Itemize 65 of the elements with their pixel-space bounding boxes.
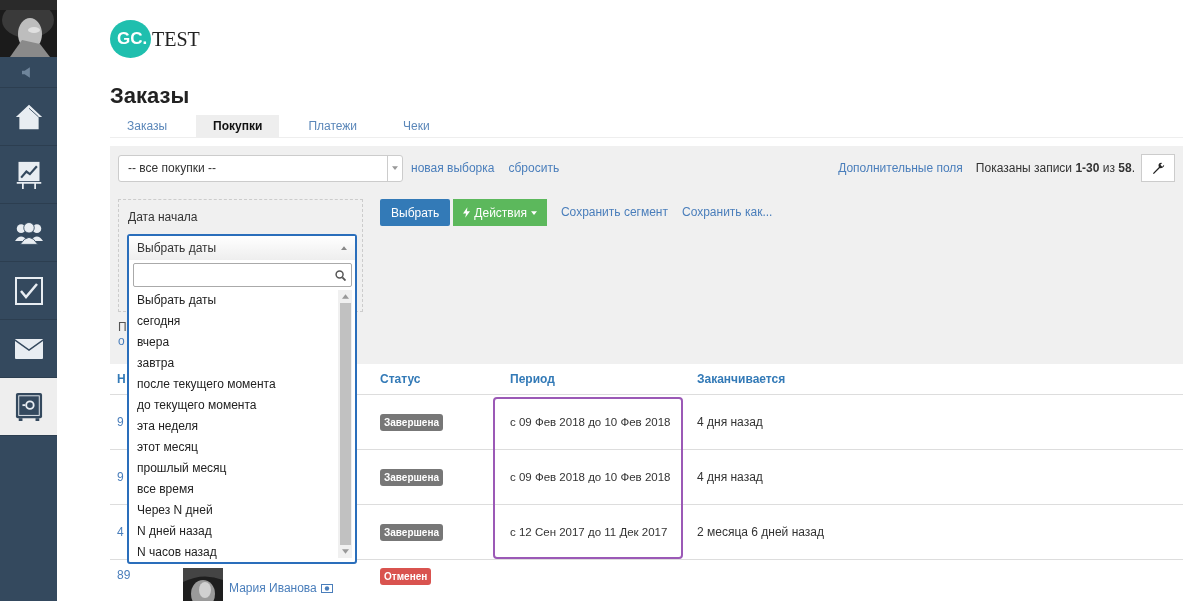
id-card-icon — [320, 583, 333, 593]
column-header[interactable]: Период — [510, 372, 697, 386]
status-badge: Отменен — [380, 568, 432, 585]
filter-link[interactable]: сбросить — [508, 161, 560, 175]
order-id-link[interactable]: 9 — [117, 415, 124, 429]
ends-text: 4 дня назад — [697, 415, 763, 429]
status-badge: Завершена — [380, 468, 443, 486]
search-icon — [335, 269, 346, 281]
home-icon — [14, 102, 43, 131]
period-text: с 12 Сен 2017 до 11 Дек 2017 — [510, 526, 668, 538]
filter-link[interactable]: новая выборка — [411, 161, 495, 175]
tab[interactable]: Покупки — [196, 115, 280, 137]
lightning-icon — [463, 207, 471, 218]
dropdown-option[interactable]: сегодня — [137, 311, 338, 332]
period-text: с 09 Фев 2018 до 10 Фев 2018 — [510, 471, 671, 483]
dropdown-option[interactable]: этот месяц — [137, 437, 338, 458]
order-id-link[interactable]: 9 — [117, 470, 124, 484]
actions-button[interactable]: Действия — [453, 199, 547, 226]
dropdown-value: Выбрать даты — [137, 241, 217, 255]
select-button[interactable]: Выбрать — [380, 199, 451, 226]
dropdown-option[interactable]: все время — [137, 479, 338, 500]
dropdown-option[interactable]: прошлый месяц — [137, 458, 338, 479]
wrench-icon — [1151, 161, 1165, 175]
dropdown-option[interactable]: Выбрать даты — [137, 290, 338, 311]
page-title: Заказы — [110, 82, 191, 110]
period-text: с 09 Фев 2018 до 10 Фев 2018 — [510, 416, 671, 428]
chart-icon — [14, 160, 43, 189]
status-badge: Завершена — [380, 523, 443, 541]
date-dropdown[interactable]: Выбрать даты Выбрать даты сегодня вчера завтра после текущего момента до текущего момента эта неделя этот месяц прошлый месяц все время Через N дней N дней назад N часов назад — [127, 234, 357, 564]
column-header[interactable]: Статус — [380, 372, 510, 386]
save-link[interactable]: Сохранить как... — [682, 199, 773, 226]
extra-fields-link[interactable]: Дополнительные поля — [838, 161, 963, 175]
dropdown-option[interactable]: Через N дней — [137, 500, 338, 521]
dropdown-option[interactable]: N часов назад — [137, 542, 338, 563]
tab[interactable]: Заказы — [110, 115, 185, 137]
ends-text: 4 дня назад — [697, 470, 763, 484]
dropdown-option[interactable]: завтра — [137, 353, 338, 374]
checkbox-icon — [14, 276, 43, 305]
tab[interactable]: Чеки — [386, 115, 447, 137]
records-info: Показаны записи 1-30 из 58. — [975, 161, 1135, 175]
save-link[interactable]: Сохранить сегмент — [560, 199, 668, 226]
caret-icon — [341, 246, 347, 250]
caret-icon — [392, 166, 398, 170]
segment-select[interactable]: -- все покупки -- — [118, 154, 403, 182]
user-link[interactable]: Мария Иванова — [229, 581, 317, 595]
dropdown-option[interactable]: после текущего момента — [137, 374, 338, 395]
settings-button[interactable] — [1141, 154, 1175, 182]
dropdown-option[interactable]: N дней назад — [137, 521, 338, 542]
column-header[interactable]: Заканчивается — [697, 372, 1183, 386]
dropdown-option[interactable]: до текущего момента — [137, 395, 338, 416]
search-field[interactable] — [133, 263, 352, 287]
dropdown-option[interactable]: эта неделя — [137, 416, 338, 437]
ends-text: 2 месяца 6 дней назад — [697, 525, 824, 539]
order-id-link[interactable]: 4 — [117, 525, 124, 539]
status-badge: Завершена — [380, 413, 443, 431]
safe-icon — [14, 392, 43, 421]
tab[interactable]: Платежи — [291, 115, 375, 137]
filter-text: П — [118, 320, 127, 334]
filter-text: о — [118, 334, 125, 348]
logo: GC. TEST — [110, 20, 200, 58]
dropdown-option[interactable]: вчера — [137, 332, 338, 353]
nav-item[interactable] — [0, 378, 57, 436]
order-id-link[interactable]: 89 — [117, 568, 131, 582]
date-filter-label: Дата начала — [128, 210, 198, 224]
caret-icon — [530, 210, 537, 215]
